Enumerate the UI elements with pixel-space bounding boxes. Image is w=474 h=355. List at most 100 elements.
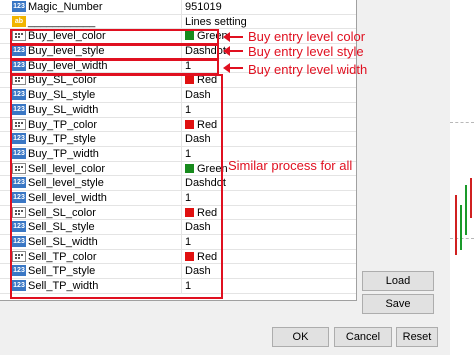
param-name: Buy_SL_style [28, 89, 96, 102]
param-value[interactable]: 951019 [185, 1, 222, 14]
param-name: Buy_SL_width [28, 103, 99, 116]
param-value[interactable]: 1 [185, 148, 191, 161]
param-value-text: 1 [185, 59, 192, 72]
integer-param-icon: 123 [12, 45, 26, 57]
integer-param-icon: 123 [12, 221, 26, 233]
param-value-text: 1 [185, 280, 192, 293]
param-value[interactable]: Green [185, 30, 228, 43]
param-name: ___________ [28, 15, 96, 28]
table-row[interactable]: 123 Sell_TP_width 1 [0, 279, 356, 294]
param-value-text: Red [197, 250, 218, 263]
param-value[interactable]: Dashdot [185, 177, 226, 190]
color-swatch [185, 207, 194, 217]
column-divider [181, 132, 182, 146]
param-name: Buy_level_style [28, 45, 105, 58]
integer-param-icon: 123 [12, 133, 26, 145]
integer-param-icon: 123 [12, 191, 26, 203]
table-row[interactable]: 123 Sell_level_style Dashdot [0, 176, 356, 191]
param-value[interactable]: Dash [185, 89, 211, 102]
param-value[interactable]: Red [185, 207, 217, 220]
param-value[interactable]: Dash [185, 221, 211, 234]
param-value[interactable]: 1 [185, 60, 191, 73]
color-swatch [185, 119, 194, 129]
param-value[interactable]: Dash [185, 133, 211, 146]
table-row[interactable]: 123 Buy_TP_style Dash [0, 132, 356, 147]
table-row[interactable]: 123 Buy_SL_width 1 [0, 102, 356, 118]
column-divider [181, 279, 182, 293]
table-row[interactable]: 123 Sell_TP_style Dash [0, 264, 356, 280]
column-divider [181, 235, 182, 249]
load-button[interactable]: Load [362, 271, 434, 291]
param-value[interactable]: Green [185, 163, 228, 176]
chart-candle [465, 185, 467, 235]
integer-param-icon: 123 [12, 280, 26, 292]
param-name: Buy_TP_width [28, 147, 99, 160]
chart-candle [460, 205, 462, 250]
color-param-icon [12, 206, 26, 218]
table-row[interactable]: Sell_TP_color Red [0, 249, 356, 265]
column-divider [181, 205, 182, 220]
param-value-text: Green [197, 162, 228, 175]
param-value-text: Red [197, 206, 218, 219]
color-param-icon [12, 162, 26, 174]
color-param-icon [12, 250, 26, 262]
param-value[interactable]: 1 [185, 236, 191, 249]
color-swatch [185, 75, 194, 85]
table-row[interactable]: 123 Sell_level_width 1 [0, 190, 356, 206]
param-value-text: 951019 [185, 1, 222, 13]
cancel-button[interactable]: Cancel [334, 327, 392, 347]
param-value[interactable]: 1 [185, 104, 191, 117]
arrow-icon [223, 32, 243, 42]
column-divider [181, 0, 182, 14]
table-row[interactable]: Buy_TP_color Red [0, 117, 356, 133]
param-value-text: Red [197, 118, 218, 131]
ok-button[interactable]: OK [272, 327, 329, 347]
annotation-buy-width: Buy entry level width [248, 62, 368, 77]
chart-grid-line [450, 122, 474, 123]
param-value[interactable]: 1 [185, 280, 191, 293]
table-row[interactable]: 123 Sell_SL_style Dash [0, 220, 356, 235]
table-row[interactable]: 123 Magic_Number 951019 [0, 0, 356, 15]
param-value-text: Dash [185, 89, 211, 102]
param-name: Sell_level_color [28, 162, 106, 175]
param-value-text: Dashdot [185, 177, 226, 190]
arrow-icon [223, 46, 243, 56]
param-name: Sell_SL_style [28, 221, 95, 234]
param-value[interactable]: Red [185, 251, 217, 264]
integer-param-icon: 123 [12, 265, 26, 277]
param-value-text: Red [197, 74, 218, 87]
param-value[interactable]: Dashdot [185, 45, 226, 58]
param-value[interactable]: Lines setting [185, 16, 247, 29]
column-divider [181, 176, 182, 190]
param-name: Buy_SL_color [28, 74, 97, 87]
string-param-icon: ab [12, 15, 26, 27]
param-name: Sell_level_width [28, 191, 107, 204]
param-value[interactable]: Red [185, 74, 217, 87]
column-divider [181, 102, 182, 117]
param-value[interactable]: 1 [185, 192, 191, 205]
param-value-text: 1 [185, 236, 192, 248]
table-row[interactable]: 123 Buy_SL_style Dash [0, 88, 356, 103]
integer-param-icon: 123 [12, 147, 26, 159]
reset-button[interactable]: Reset [396, 327, 438, 347]
param-name: Buy_TP_style [28, 133, 96, 146]
param-value-text: Dashdot [185, 45, 226, 58]
integer-param-icon: 123 [12, 59, 26, 71]
table-row[interactable]: ab ___________ Lines setting [0, 14, 356, 30]
param-value[interactable]: Dash [185, 265, 211, 278]
save-button[interactable]: Save [362, 294, 434, 314]
integer-param-icon: 123 [12, 177, 26, 189]
column-divider [181, 44, 182, 58]
integer-param-icon: 123 [12, 1, 26, 12]
color-swatch [185, 251, 194, 261]
param-name: Sell_TP_style [28, 265, 96, 278]
param-name: Buy_level_width [28, 59, 108, 72]
table-row[interactable]: 123 Sell_SL_width 1 [0, 235, 356, 250]
table-row[interactable]: Sell_SL_color Red [0, 205, 356, 221]
param-name: Buy_level_color [28, 30, 106, 43]
param-value[interactable]: Red [185, 119, 217, 132]
column-divider [181, 73, 182, 88]
column-divider [181, 146, 182, 161]
chart-candle [455, 195, 457, 255]
annotation-similar: Similar process for all [228, 158, 353, 173]
